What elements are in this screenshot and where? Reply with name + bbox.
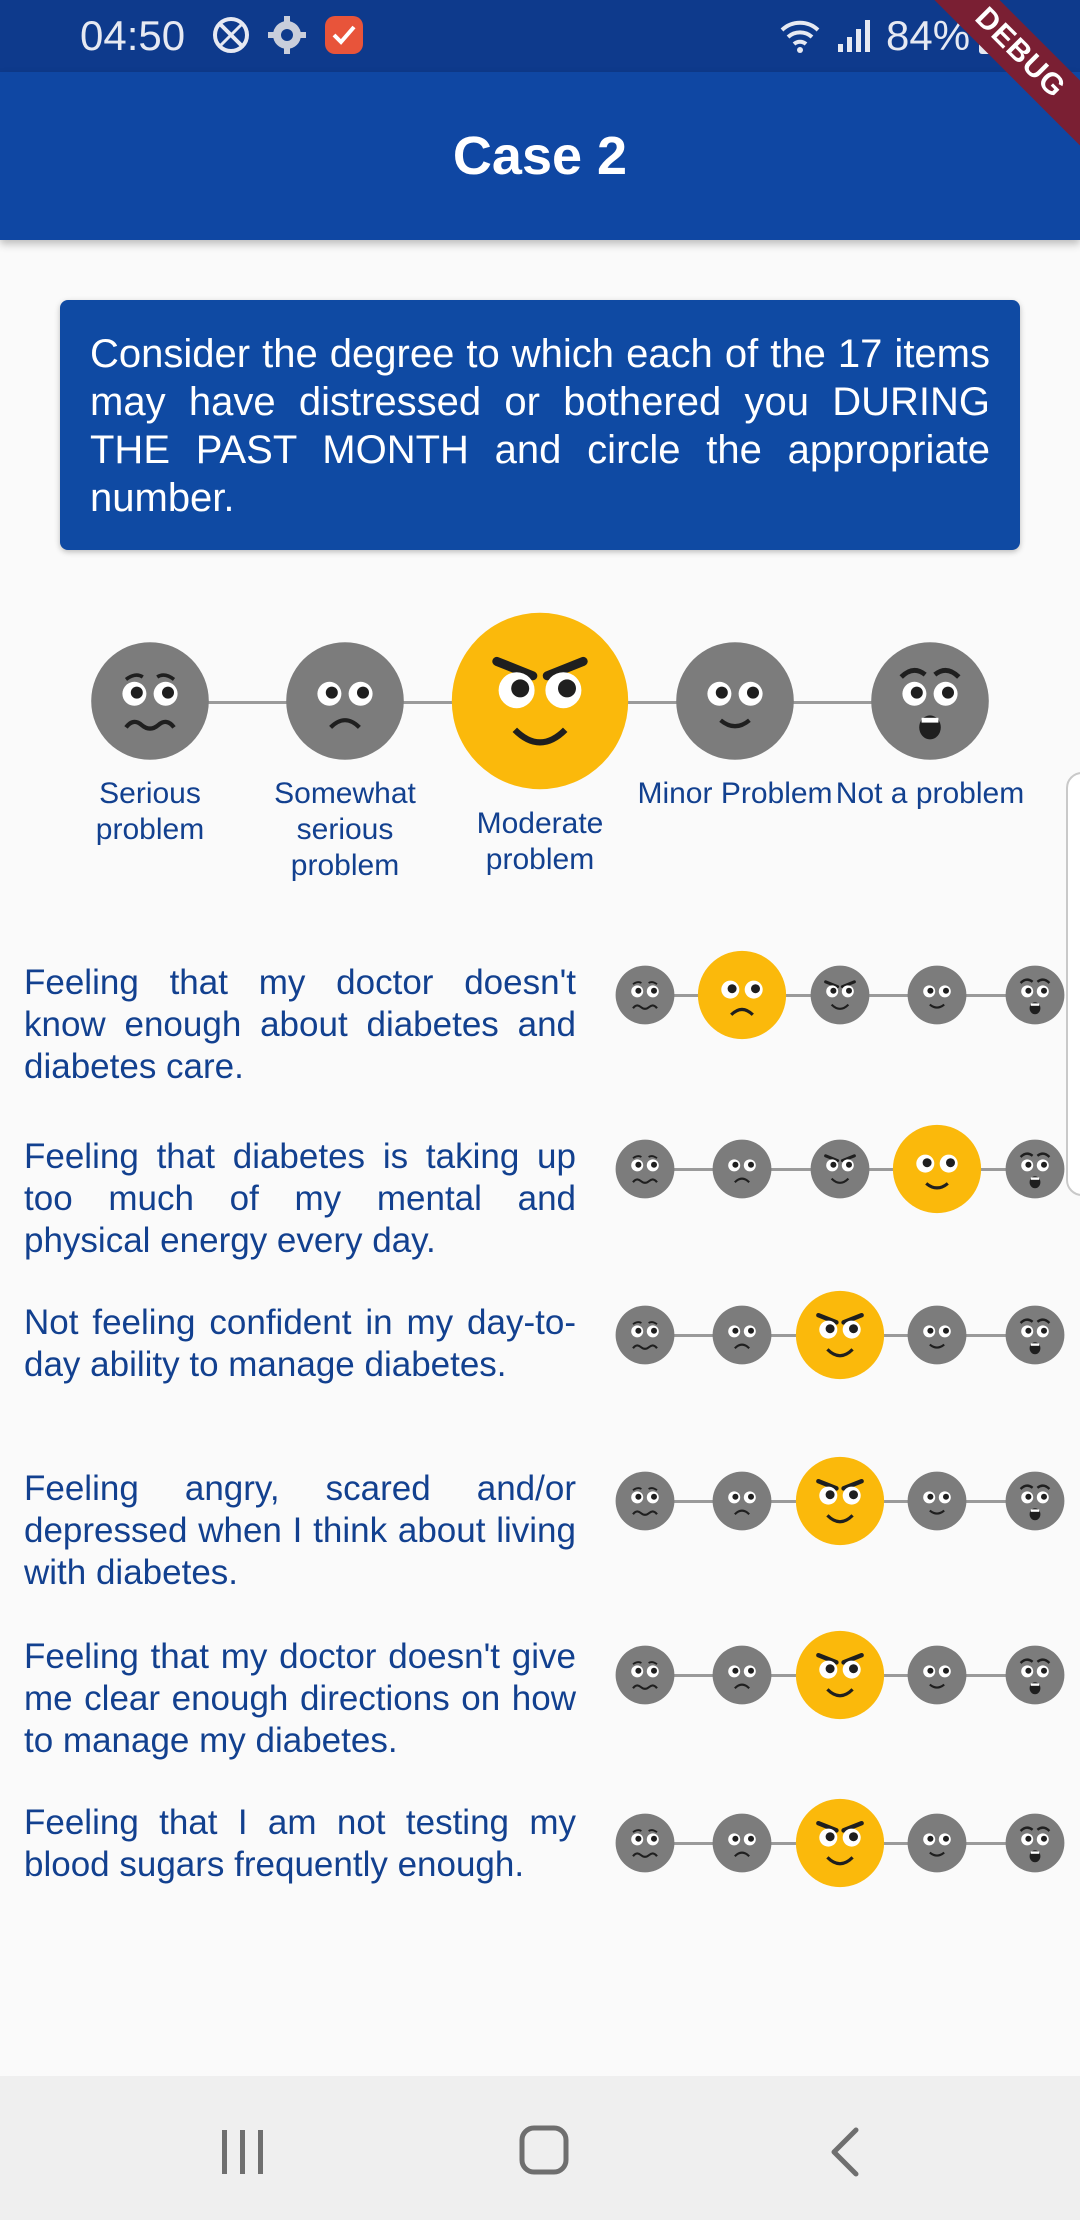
somewhat-serious-face-option[interactable] — [712, 1813, 772, 1878]
legend-minor-problem-face-icon — [675, 641, 795, 766]
back-button[interactable] — [802, 2106, 892, 2196]
legend-label: Minor Problem — [637, 777, 833, 810]
somewhat-serious-face-option[interactable] — [712, 1139, 772, 1204]
not-a-problem-face-option[interactable] — [1005, 1645, 1065, 1710]
serious-problem-face-option[interactable] — [615, 1645, 675, 1710]
somewhat-serious-face-option[interactable] — [697, 950, 787, 1045]
moderate-problem-face-option[interactable] — [795, 1456, 885, 1551]
not-a-problem-face-option[interactable] — [1005, 1139, 1065, 1204]
question-text: Feeling that my doctor doesn't give me c… — [24, 1637, 576, 1760]
recent-apps-button[interactable] — [198, 2106, 288, 2196]
minor-problem-face-option[interactable] — [907, 1645, 967, 1710]
minor-problem-face-option[interactable] — [907, 965, 967, 1030]
task-app-icon — [323, 14, 365, 56]
not-a-problem-face-option[interactable] — [1005, 1471, 1065, 1536]
legend-label: Serious problem — [95, 777, 205, 846]
not-a-problem-face-option[interactable] — [1005, 1305, 1065, 1370]
home-button[interactable] — [500, 2106, 590, 2196]
app-bar: Case 2 — [0, 72, 1080, 240]
moderate-problem-face-option[interactable] — [795, 1630, 885, 1725]
side-edge-handle[interactable] — [1066, 772, 1080, 1196]
somewhat-serious-face-option[interactable] — [712, 1645, 772, 1710]
instruction-card: Consider the degree to which each of the… — [60, 300, 1020, 550]
serious-problem-face-option[interactable] — [615, 965, 675, 1030]
legend-moderate-problem-face-icon — [450, 611, 630, 796]
moderate-problem-face-option[interactable] — [795, 1290, 885, 1385]
minor-problem-face-option[interactable] — [907, 1471, 967, 1536]
navigation-bar — [0, 2076, 1080, 2220]
settings-gear-icon — [266, 14, 308, 56]
recent-apps-icon — [222, 2130, 263, 2174]
serious-problem-face-option[interactable] — [615, 1139, 675, 1204]
question-text: Feeling angry, scared and/or depressed w… — [24, 1469, 576, 1592]
home-icon — [519, 2125, 569, 2175]
legend-label: Somewhat serious problem — [274, 777, 416, 882]
not-a-problem-face-option[interactable] — [1005, 1813, 1065, 1878]
blocked-notifications-icon — [210, 14, 252, 56]
not-a-problem-face-option[interactable] — [1005, 965, 1065, 1030]
moderate-problem-face-option[interactable] — [810, 965, 870, 1030]
status-bar: 04:50 84% DEBUG — [0, 0, 1080, 162]
moderate-problem-face-option[interactable] — [810, 1139, 870, 1204]
question-text: Feeling that my doctor doesn't know enou… — [24, 963, 576, 1086]
legend-label: Moderate problem — [476, 807, 604, 876]
minor-problem-face-option[interactable] — [907, 1305, 967, 1370]
wifi-icon — [778, 14, 820, 56]
minor-problem-face-option[interactable] — [907, 1813, 967, 1878]
back-chevron-icon — [831, 2127, 859, 2177]
serious-problem-face-option[interactable] — [615, 1471, 675, 1536]
moderate-problem-face-option[interactable] — [795, 1798, 885, 1893]
legend-not-a-problem-face-icon — [870, 641, 990, 766]
somewhat-serious-face-option[interactable] — [712, 1471, 772, 1536]
serious-problem-face-option[interactable] — [615, 1305, 675, 1370]
question-text: Not feeling confident in my day-to-day a… — [24, 1303, 576, 1384]
scale-legend: Serious problem Somewhat serious problem M… — [0, 610, 1080, 910]
question-text: Feeling that diabetes is taking up too m… — [24, 1137, 576, 1260]
legend-label: Not a problem — [835, 777, 1025, 810]
signal-icon — [836, 14, 878, 56]
minor-problem-face-option[interactable] — [892, 1124, 982, 1219]
somewhat-serious-face-option[interactable] — [712, 1305, 772, 1370]
legend-somewhat-serious-face-icon — [285, 641, 405, 766]
question-text: Feeling that I am not testing my blood s… — [24, 1803, 576, 1884]
serious-problem-face-option[interactable] — [615, 1813, 675, 1878]
legend-serious-problem-face-icon — [90, 641, 210, 766]
status-time: 04:50 — [80, 12, 186, 59]
page-title: Case 2 — [452, 126, 628, 186]
